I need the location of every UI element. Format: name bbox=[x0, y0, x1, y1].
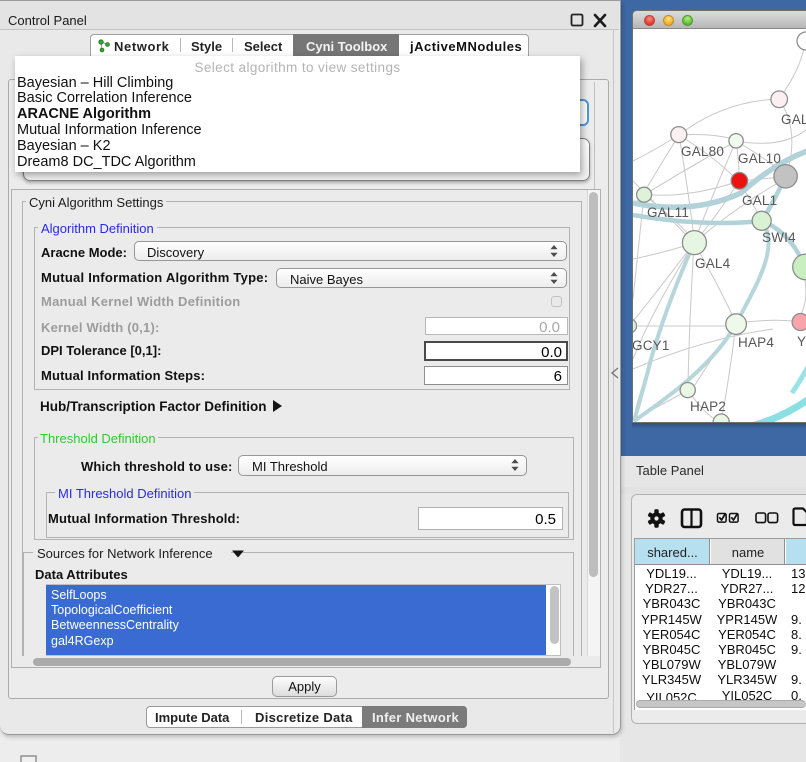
svg-text:GAL1: GAL1 bbox=[742, 193, 777, 208]
svg-text:GAL: GAL bbox=[781, 112, 806, 127]
svg-text:GCY1: GCY1 bbox=[633, 338, 670, 353]
svg-text:GAL80: GAL80 bbox=[681, 144, 724, 159]
svg-text:GAL4: GAL4 bbox=[695, 256, 731, 271]
svg-text:GAL11: GAL11 bbox=[647, 205, 689, 220]
svg-text:HAP2: HAP2 bbox=[690, 399, 726, 414]
svg-text:Y: Y bbox=[797, 334, 806, 349]
svg-text:GAL10: GAL10 bbox=[738, 151, 781, 166]
svg-text:HAP4: HAP4 bbox=[738, 335, 774, 350]
svg-text:SWI4: SWI4 bbox=[762, 230, 796, 245]
